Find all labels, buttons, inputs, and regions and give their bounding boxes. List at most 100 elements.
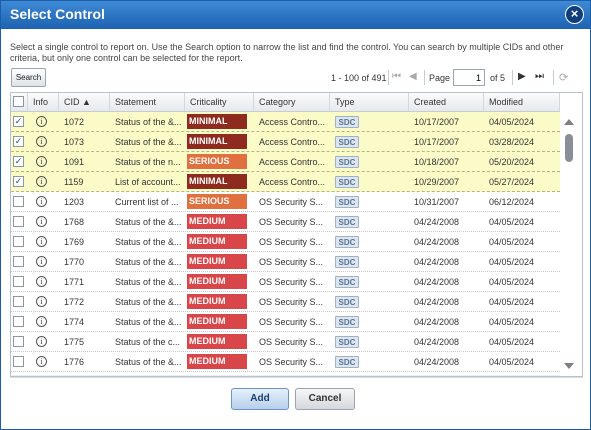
info-icon[interactable]: i xyxy=(36,156,47,167)
info-icon[interactable]: i xyxy=(36,236,47,247)
row-checkbox[interactable]: ✓ xyxy=(13,176,24,187)
modified-cell: 04/05/2024 xyxy=(489,317,535,327)
row-checkbox[interactable]: ✓ xyxy=(13,116,24,127)
created-cell: 10/18/2007 xyxy=(414,157,460,167)
vertical-scrollbar[interactable] xyxy=(561,112,582,376)
add-button[interactable]: Add xyxy=(231,388,289,410)
criticality-badge: SERIOUS xyxy=(187,194,247,209)
criticality-badge: MEDIUM xyxy=(187,314,247,329)
toolbar-divider xyxy=(553,70,554,85)
info-icon[interactable]: i xyxy=(36,116,47,127)
scrollbar-thumb[interactable] xyxy=(565,134,573,162)
scroll-up-icon[interactable] xyxy=(564,119,574,125)
criticality-badge: MEDIUM xyxy=(187,214,247,229)
toolbar-divider xyxy=(512,70,513,85)
row-checkbox[interactable] xyxy=(13,256,24,267)
row-checkbox[interactable] xyxy=(13,276,24,287)
info-icon[interactable]: i xyxy=(36,336,47,347)
info-icon[interactable]: i xyxy=(36,356,47,367)
next-page-icon[interactable]: ▶ xyxy=(518,71,526,82)
cid-cell: 1776 xyxy=(64,357,85,367)
criticality-badge: MEDIUM xyxy=(187,274,247,289)
info-icon[interactable]: i xyxy=(36,256,47,267)
cancel-button[interactable]: Cancel xyxy=(295,388,355,410)
table-row[interactable]: i 1776 Status of the &... MEDIUM OS Security… xyxy=(11,352,560,372)
row-checkbox[interactable]: ✓ xyxy=(13,136,24,147)
info-icon[interactable]: i xyxy=(36,316,47,327)
row-checkbox[interactable] xyxy=(13,296,24,307)
row-checkbox[interactable] xyxy=(13,236,24,247)
row-checkbox[interactable] xyxy=(13,196,24,207)
first-page-icon[interactable]: ⏮ xyxy=(392,71,401,82)
criticality-badge: MEDIUM xyxy=(187,354,247,369)
row-checkbox[interactable]: ✓ xyxy=(13,156,24,167)
row-checkbox[interactable] xyxy=(13,216,24,227)
row-checkbox[interactable] xyxy=(13,316,24,327)
search-button[interactable]: Search xyxy=(11,68,46,87)
table-row[interactable]: ✓ i 1073 Status of the &... MINIMAL Access Co… xyxy=(11,132,560,152)
modified-cell: 03/28/2024 xyxy=(489,137,535,147)
type-badge: SDC xyxy=(335,196,359,208)
header-criticality[interactable]: Criticality xyxy=(185,93,254,111)
toolbar-divider xyxy=(388,70,389,85)
created-cell: 04/24/2008 xyxy=(414,357,460,367)
category-cell: OS Security S... xyxy=(259,277,324,287)
criticality-badge: MINIMAL xyxy=(187,174,247,189)
created-cell: 04/24/2008 xyxy=(414,237,460,247)
info-icon[interactable]: i xyxy=(36,196,47,207)
type-badge: SDC xyxy=(335,336,359,348)
statement-cell: Status of the n... xyxy=(115,157,181,167)
header-select-all[interactable] xyxy=(11,93,28,111)
footer-divider xyxy=(10,377,583,378)
row-checkbox[interactable] xyxy=(13,336,24,347)
scroll-down-icon[interactable] xyxy=(564,363,574,369)
type-badge: SDC xyxy=(335,116,359,128)
page-number-input[interactable] xyxy=(453,69,485,86)
type-badge: SDC xyxy=(335,296,359,308)
statement-cell: Status of the &... xyxy=(115,237,182,247)
info-icon[interactable]: i xyxy=(36,136,47,147)
header-info[interactable]: Info xyxy=(28,93,59,111)
modified-cell: 04/05/2024 xyxy=(489,117,535,127)
cid-cell: 1770 xyxy=(64,257,85,267)
table-row[interactable]: ✓ i 1159 List of account... MINIMAL Access Co… xyxy=(11,172,560,192)
info-icon[interactable]: i xyxy=(36,296,47,307)
table-row[interactable]: i 1769 Status of the &... MEDIUM OS Security… xyxy=(11,232,560,252)
header-statement[interactable]: Statement xyxy=(110,93,185,111)
last-page-icon[interactable]: ⏭ xyxy=(535,71,544,82)
header-created[interactable]: Created xyxy=(409,93,484,111)
info-icon[interactable]: i xyxy=(36,276,47,287)
created-cell: 10/29/2007 xyxy=(414,177,460,187)
close-button[interactable]: × xyxy=(565,5,584,24)
table-row[interactable]: i 1770 Status of the &... MEDIUM OS Security… xyxy=(11,252,560,272)
table-row[interactable]: ✓ i 1091 Status of the n... SERIOUS Access Co… xyxy=(11,152,560,172)
info-icon[interactable]: i xyxy=(36,176,47,187)
table-row[interactable]: i 1768 Status of the &... MEDIUM OS Security… xyxy=(11,212,560,232)
modified-cell: 05/27/2024 xyxy=(489,177,535,187)
header-category[interactable]: Category xyxy=(254,93,330,111)
table-row[interactable]: ✓ i 1072 Status of the &... MINIMAL Access Co… xyxy=(11,112,560,132)
refresh-icon[interactable]: ⟳ xyxy=(559,71,568,84)
created-cell: 04/24/2008 xyxy=(414,257,460,267)
info-icon[interactable]: i xyxy=(36,216,47,227)
criticality-badge: MEDIUM xyxy=(187,254,247,269)
instructions-text: Select a single control to report on. Us… xyxy=(10,42,564,63)
category-cell: OS Security S... xyxy=(259,297,324,307)
record-range: 1 - 100 of 491 xyxy=(331,73,387,83)
select-all-checkbox[interactable] xyxy=(13,96,24,107)
statement-cell: Status of the &... xyxy=(115,277,182,287)
row-checkbox[interactable] xyxy=(13,356,24,367)
table-row[interactable]: i 1774 Status of the &... MEDIUM OS Security… xyxy=(11,312,560,332)
table-row[interactable]: i 1203 Current list of ... SERIOUS OS Securi… xyxy=(11,192,560,212)
header-cid[interactable]: CID ▲ xyxy=(59,93,110,111)
category-cell: OS Security S... xyxy=(259,197,324,207)
table-row[interactable]: i 1771 Status of the &... MEDIUM OS Security… xyxy=(11,272,560,292)
header-type[interactable]: Type xyxy=(330,93,409,111)
modified-cell: 04/05/2024 xyxy=(489,337,535,347)
dialog-titlebar: Select Control × xyxy=(1,1,590,29)
table-row[interactable]: i 1772 Status of the &... MEDIUM OS Security… xyxy=(11,292,560,312)
header-modified[interactable]: Modified xyxy=(484,93,560,111)
prev-page-icon[interactable]: ◀ xyxy=(409,71,417,82)
type-badge: SDC xyxy=(335,316,359,328)
table-row[interactable]: i 1775 Status of the c... MEDIUM OS Security… xyxy=(11,332,560,352)
